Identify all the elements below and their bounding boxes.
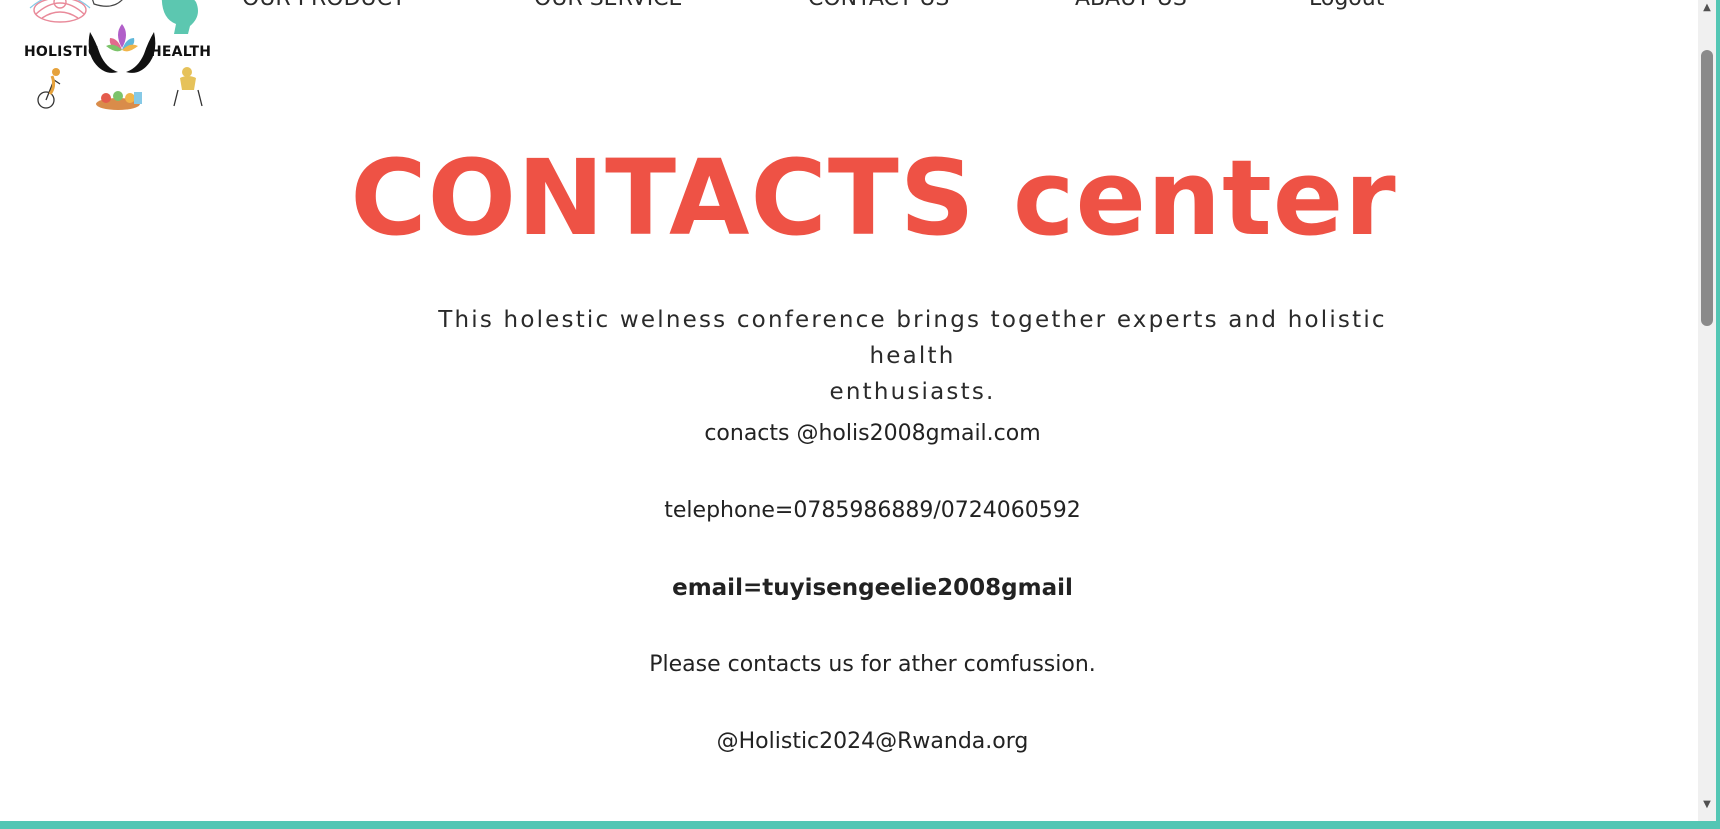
- intro-text: This holestic welness conference brings …: [400, 302, 1425, 410]
- nav-our-product[interactable]: OUR PRODUCT: [242, 0, 405, 11]
- contact-email-text: conacts @holis2008gmail.com: [704, 421, 1041, 446]
- page-scrollbar[interactable]: ▲ ▼: [1698, 0, 1716, 821]
- window-frame-right: [1716, 0, 1720, 829]
- telephone-text: telephone=0785986889/0724060592: [664, 498, 1081, 523]
- scroll-down-arrow-icon[interactable]: ▼: [1698, 797, 1716, 813]
- nav-logout[interactable]: Logout: [1309, 0, 1384, 11]
- nav-our-service[interactable]: OUR SERVICE: [534, 0, 682, 11]
- window-frame-bottom: [0, 821, 1720, 829]
- nav-contact-us[interactable]: CONTACT US: [808, 0, 949, 11]
- scroll-up-arrow-icon[interactable]: ▲: [1698, 0, 1716, 16]
- site-logo[interactable]: HOLISTIC HEALTH: [22, 0, 222, 116]
- intro-line-1: This holestic welness conference brings …: [438, 307, 1387, 369]
- page-viewport: HOLISTIC HEALTH OUR PRODUCT OUR SERVICE …: [0, 0, 1698, 821]
- logo-word-health: HEALTH: [150, 44, 212, 60]
- handle-text: @Holistic2024@Rwanda.org: [716, 729, 1029, 754]
- email-text: email=tuyisengeelie2008gmail: [672, 575, 1073, 601]
- logo-word-holistic: HOLISTIC: [24, 44, 99, 60]
- nav-about-us[interactable]: ABAUT US: [1075, 0, 1187, 11]
- intro-line-2: enthusiasts.: [829, 379, 996, 405]
- note-text: Please contacts us for ather comfussion.: [649, 652, 1096, 677]
- page-title: CONTACTS center: [350, 137, 1397, 259]
- main-nav: OUR PRODUCT OUR SERVICE CONTACT US ABAUT…: [0, 0, 1698, 16]
- scrollbar-thumb[interactable]: [1701, 50, 1713, 326]
